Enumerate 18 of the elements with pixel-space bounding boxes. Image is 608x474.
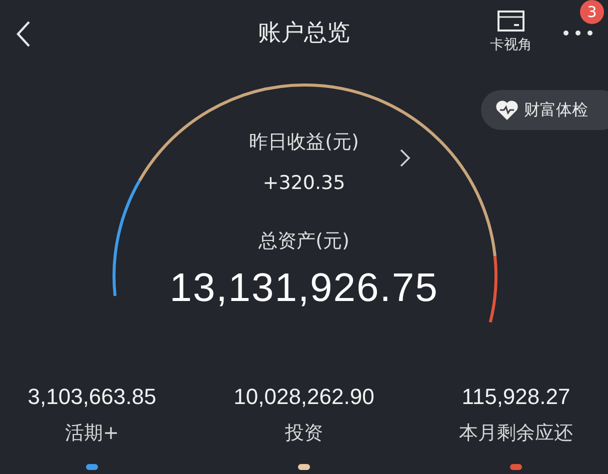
yesterday-earnings-value: +320.35: [262, 170, 346, 196]
account-label: 本月剩余应还: [459, 421, 573, 446]
chevron-right-icon[interactable]: [399, 148, 412, 168]
card-icon: [497, 10, 525, 32]
yesterday-earnings-label: 昨日收益(元): [249, 130, 359, 155]
total-assets-value: 13,131,926.75: [170, 264, 438, 312]
card-view-button[interactable]: 卡视角: [490, 10, 532, 56]
account-label: 投资: [285, 421, 323, 446]
total-assets-label: 总资产(元): [258, 229, 350, 254]
page-title: 账户总览: [258, 18, 350, 48]
account-label: 活期+: [65, 421, 119, 446]
notification-badge: 3: [580, 0, 604, 24]
account-amount: 10,028,262.90: [234, 383, 374, 411]
account-amount: 115,928.27: [462, 383, 570, 411]
back-icon[interactable]: [14, 20, 32, 48]
heart-icon: [495, 99, 519, 121]
account-amount: 3,103,663.85: [28, 383, 156, 411]
health-check-button[interactable]: 财富体检: [481, 90, 608, 130]
